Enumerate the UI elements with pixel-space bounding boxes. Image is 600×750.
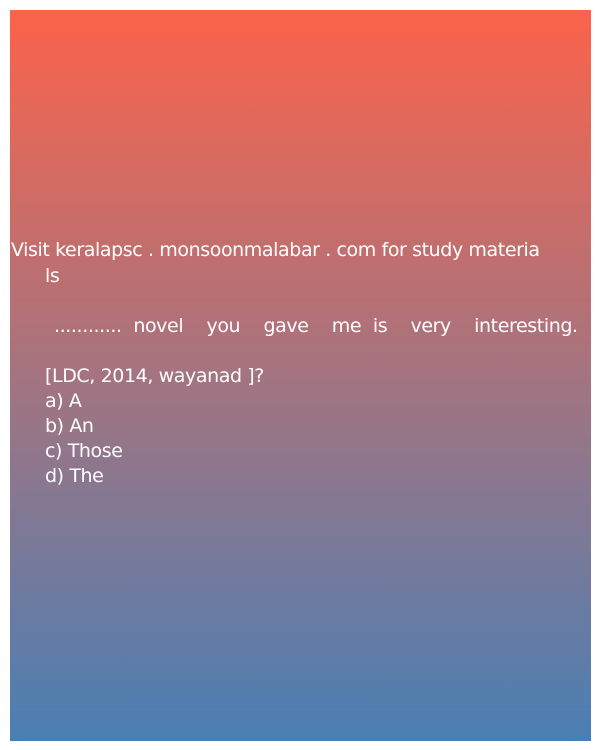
site-notice-line-2: ls <box>45 265 60 287</box>
question-text: ............ novel you gave me is very i… <box>54 315 578 337</box>
question-card: Visit keralapsc . monsoonmalabar . com f… <box>10 10 591 741</box>
option-d: d) The <box>45 465 104 487</box>
option-b: b) An <box>45 415 94 437</box>
exam-source: [LDC, 2014, wayanad ]? <box>45 365 264 387</box>
site-notice-line-1: Visit keralapsc . monsoonmalabar . com f… <box>11 239 540 261</box>
option-a: a) A <box>45 390 82 412</box>
option-c: c) Those <box>45 440 123 462</box>
